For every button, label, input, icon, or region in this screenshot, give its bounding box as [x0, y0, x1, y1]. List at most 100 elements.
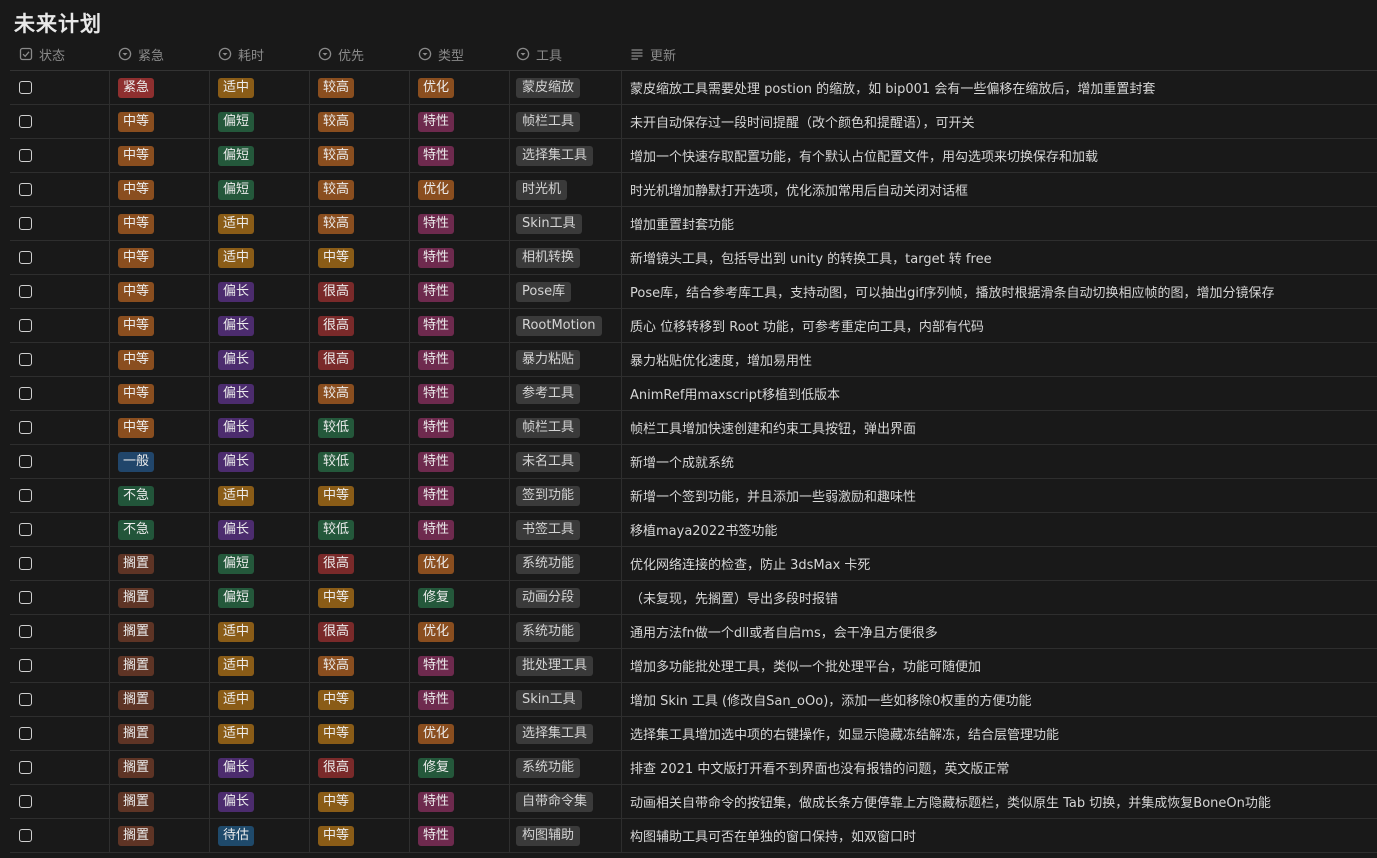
status-checkbox[interactable] [19, 251, 32, 264]
table-row[interactable]: 搁置 适中 中等 优化 选择集工具 选择集工具增加选中项的右键操作，如显示隐藏冻结解冻，结… [10, 717, 1377, 751]
table-row[interactable]: 搁置 待估 中等 特性 构图辅助 构图辅助工具可否在单独的窗口保持，如双窗口时 [10, 819, 1377, 853]
tool-cell[interactable]: 未名工具 [510, 445, 622, 478]
table-row[interactable]: 中等 偏短 较高 特性 帧栏工具 未开自动保存过一段时间提醒（改个颜色和提醒语），可开关 [10, 105, 1377, 139]
duration-cell[interactable]: 偏短 [210, 105, 310, 138]
duration-cell[interactable]: 偏长 [210, 377, 310, 410]
urgency-cell[interactable]: 中等 [110, 343, 210, 376]
duration-cell[interactable]: 偏短 [210, 173, 310, 206]
type-cell[interactable]: 特性 [410, 377, 510, 410]
type-cell[interactable]: 优化 [410, 71, 510, 104]
priority-cell[interactable]: 中等 [310, 683, 410, 716]
priority-cell[interactable]: 较高 [310, 207, 410, 240]
priority-cell[interactable]: 很高 [310, 275, 410, 308]
type-cell[interactable]: 特性 [410, 309, 510, 342]
urgency-cell[interactable]: 中等 [110, 105, 210, 138]
type-cell[interactable]: 特性 [410, 241, 510, 274]
tool-cell[interactable]: Pose库 [510, 275, 622, 308]
status-checkbox[interactable] [19, 523, 32, 536]
urgency-cell[interactable]: 紧急 [110, 71, 210, 104]
duration-cell[interactable]: 适中 [210, 479, 310, 512]
table-row[interactable]: 搁置 适中 很高 优化 系统功能 通用方法fn做一个dll或者自启ms，会干净且方便很多 [10, 615, 1377, 649]
update-cell[interactable]: （未复现，先搁置）导出多段时报错 [622, 581, 1377, 614]
table-row[interactable]: 搁置 偏长 中等 特性 自带命令集 动画相关自带命令的按钮集，做成长条方便停靠上方隐藏标题… [10, 785, 1377, 819]
priority-cell[interactable]: 较高 [310, 173, 410, 206]
tool-cell[interactable]: Skin工具 [510, 207, 622, 240]
urgency-cell[interactable]: 搁置 [110, 819, 210, 852]
priority-cell[interactable]: 较高 [310, 377, 410, 410]
duration-cell[interactable]: 待估 [210, 819, 310, 852]
priority-cell[interactable]: 中等 [310, 241, 410, 274]
table-row[interactable]: 中等 偏长 很高 特性 Pose库 Pose库，结合参考库工具，支持动图，可以抽出gif序… [10, 275, 1377, 309]
update-cell[interactable]: 蒙皮缩放工具需要处理 postion 的缩放，如 bip001 会有一些偏移在缩… [622, 71, 1377, 104]
status-checkbox[interactable] [19, 387, 32, 400]
table-row[interactable]: 紧急 适中 较高 优化 蒙皮缩放 蒙皮缩放工具需要处理 postion 的缩放，如 bip… [10, 71, 1377, 105]
tool-cell[interactable]: 帧栏工具 [510, 411, 622, 444]
urgency-cell[interactable]: 中等 [110, 411, 210, 444]
update-cell[interactable]: 移植maya2022书签功能 [622, 513, 1377, 546]
update-cell[interactable]: 通用方法fn做一个dll或者自启ms，会干净且方便很多 [622, 615, 1377, 648]
type-cell[interactable]: 修复 [410, 751, 510, 784]
table-row[interactable]: 中等 偏长 很高 特性 暴力粘贴 暴力粘贴优化速度，增加易用性 [10, 343, 1377, 377]
header-urgency[interactable]: 紧急 [110, 38, 210, 70]
status-checkbox[interactable] [19, 319, 32, 332]
table-row[interactable]: 搁置 偏短 中等 修复 动画分段 （未复现，先搁置）导出多段时报错 [10, 581, 1377, 615]
type-cell[interactable]: 特性 [410, 207, 510, 240]
urgency-cell[interactable]: 一般 [110, 445, 210, 478]
header-priority[interactable]: 优先 [310, 38, 410, 70]
duration-cell[interactable]: 偏长 [210, 751, 310, 784]
urgency-cell[interactable]: 搁置 [110, 785, 210, 818]
header-type[interactable]: 类型 [410, 38, 510, 70]
priority-cell[interactable]: 中等 [310, 785, 410, 818]
type-cell[interactable]: 特性 [410, 411, 510, 444]
priority-cell[interactable]: 中等 [310, 819, 410, 852]
header-status[interactable]: 状态 [10, 38, 110, 70]
type-cell[interactable]: 修复 [410, 581, 510, 614]
duration-cell[interactable]: 适中 [210, 71, 310, 104]
type-cell[interactable]: 优化 [410, 615, 510, 648]
type-cell[interactable]: 特性 [410, 139, 510, 172]
priority-cell[interactable]: 中等 [310, 479, 410, 512]
tool-cell[interactable]: RootMotion [510, 309, 622, 342]
update-cell[interactable]: 新增一个签到功能，并且添加一些弱激励和趣味性 [622, 479, 1377, 512]
duration-cell[interactable]: 适中 [210, 207, 310, 240]
type-cell[interactable]: 特性 [410, 275, 510, 308]
priority-cell[interactable]: 较高 [310, 105, 410, 138]
type-cell[interactable]: 优化 [410, 173, 510, 206]
update-cell[interactable]: 优化网络连接的检查，防止 3dsMax 卡死 [622, 547, 1377, 580]
priority-cell[interactable]: 很高 [310, 751, 410, 784]
duration-cell[interactable]: 适中 [210, 615, 310, 648]
table-row[interactable]: 搁置 适中 较高 特性 批处理工具 增加多功能批处理工具，类似一个批处理平台，功能可随便加 [10, 649, 1377, 683]
priority-cell[interactable]: 较高 [310, 139, 410, 172]
header-duration[interactable]: 耗时 [210, 38, 310, 70]
urgency-cell[interactable]: 不急 [110, 479, 210, 512]
update-cell[interactable]: 暴力粘贴优化速度，增加易用性 [622, 343, 1377, 376]
status-checkbox[interactable] [19, 659, 32, 672]
update-cell[interactable]: 动画相关自带命令的按钮集，做成长条方便停靠上方隐藏标题栏，类似原生 Tab 切换… [622, 785, 1377, 818]
priority-cell[interactable]: 较高 [310, 71, 410, 104]
tool-cell[interactable]: 参考工具 [510, 377, 622, 410]
tool-cell[interactable]: 批处理工具 [510, 649, 622, 682]
tool-cell[interactable]: 帧栏工具 [510, 105, 622, 138]
priority-cell[interactable]: 中等 [310, 581, 410, 614]
urgency-cell[interactable]: 中等 [110, 309, 210, 342]
table-row[interactable]: 不急 偏长 较低 特性 书签工具 移植maya2022书签功能 [10, 513, 1377, 547]
type-cell[interactable]: 特性 [410, 445, 510, 478]
update-cell[interactable]: 构图辅助工具可否在单独的窗口保持，如双窗口时 [622, 819, 1377, 852]
tool-cell[interactable]: 系统功能 [510, 751, 622, 784]
tool-cell[interactable]: 相机转换 [510, 241, 622, 274]
duration-cell[interactable]: 偏短 [210, 547, 310, 580]
type-cell[interactable]: 特性 [410, 343, 510, 376]
tool-cell[interactable]: 动画分段 [510, 581, 622, 614]
status-checkbox[interactable] [19, 149, 32, 162]
status-checkbox[interactable] [19, 591, 32, 604]
duration-cell[interactable]: 偏长 [210, 343, 310, 376]
urgency-cell[interactable]: 搁置 [110, 547, 210, 580]
duration-cell[interactable]: 偏长 [210, 275, 310, 308]
status-checkbox[interactable] [19, 625, 32, 638]
priority-cell[interactable]: 较低 [310, 445, 410, 478]
table-row[interactable]: 一般 偏长 较低 特性 未名工具 新增一个成就系统 [10, 445, 1377, 479]
update-cell[interactable]: 未开自动保存过一段时间提醒（改个颜色和提醒语），可开关 [622, 105, 1377, 138]
table-row[interactable]: 搁置 适中 中等 特性 Skin工具 增加 Skin 工具 (修改自San_oOo)，添加… [10, 683, 1377, 717]
type-cell[interactable]: 优化 [410, 717, 510, 750]
priority-cell[interactable]: 中等 [310, 717, 410, 750]
